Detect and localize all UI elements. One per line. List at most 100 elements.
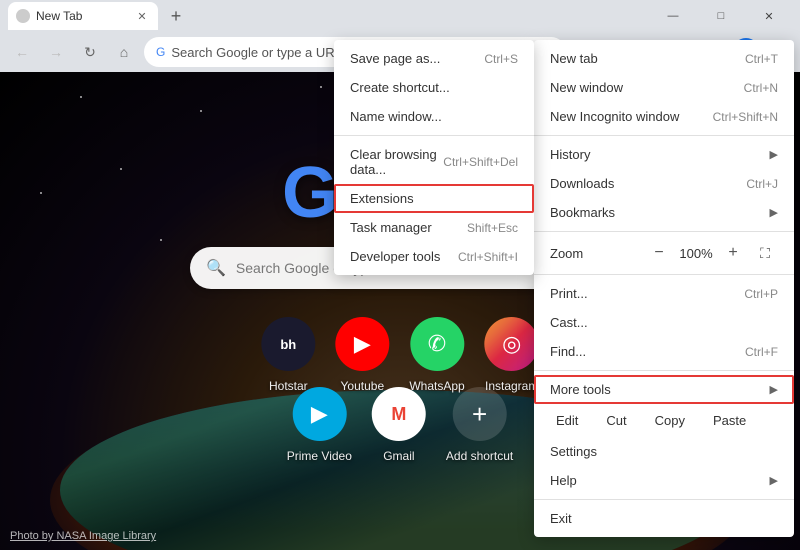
menu-new-window-shortcut: Ctrl+N xyxy=(744,81,778,95)
menu-new-incognito-shortcut: Ctrl+Shift+N xyxy=(713,110,778,124)
menu-new-incognito-label: New Incognito window xyxy=(550,109,679,124)
gmail-icon: M xyxy=(372,387,426,441)
tab-title: New Tab xyxy=(36,9,82,23)
gmail-label: Gmail xyxy=(383,449,414,463)
submenu-task-manager[interactable]: Task manager Shift+Esc xyxy=(334,213,534,242)
menu-new-window[interactable]: New window Ctrl+N xyxy=(534,73,794,102)
menu-divider-1 xyxy=(534,135,794,136)
menu-downloads-shortcut: Ctrl+J xyxy=(746,177,778,191)
minimize-button[interactable]: — xyxy=(650,0,696,32)
shortcut-whatsapp[interactable]: ✆ WhatsApp xyxy=(409,317,464,393)
menu-settings[interactable]: Settings xyxy=(534,437,794,466)
title-bar: New Tab ✕ + — □ ✕ xyxy=(0,0,800,32)
menu-bookmarks[interactable]: Bookmarks ▶ xyxy=(534,198,794,227)
menu-print-label: Print... xyxy=(550,286,588,301)
menu-new-window-label: New window xyxy=(550,80,623,95)
search-icon: 🔍 xyxy=(206,258,226,278)
window-controls: — □ ✕ xyxy=(650,0,792,32)
extensions-label: Extensions xyxy=(350,191,414,206)
more-tools-arrow-icon: ▶ xyxy=(770,383,778,396)
menu-print[interactable]: Print... Ctrl+P xyxy=(534,279,794,308)
menu-find[interactable]: Find... Ctrl+F xyxy=(534,337,794,366)
window-close-button[interactable]: ✕ xyxy=(746,0,792,32)
menu-divider-5 xyxy=(534,499,794,500)
submenu-divider xyxy=(334,135,534,136)
tab-close-button[interactable]: ✕ xyxy=(134,8,150,24)
forward-button[interactable]: → xyxy=(42,38,70,66)
shortcut-instagram[interactable]: ◎ Instagram xyxy=(485,317,539,393)
zoom-in-button[interactable]: + xyxy=(720,240,746,266)
zoom-controls: − 100% + ⛶ xyxy=(646,240,778,266)
edit-button-edit[interactable]: Edit xyxy=(542,408,592,433)
menu-history[interactable]: History ▶ xyxy=(534,140,794,169)
shortcuts-container: bh Hotstar ▶ Youtube ✆ WhatsApp ◎ Instag… xyxy=(261,317,538,393)
hotstar-icon: bh xyxy=(261,317,315,371)
photo-credit[interactable]: Photo by NASA Image Library xyxy=(10,530,156,542)
submenu-save-page[interactable]: Save page as... Ctrl+S xyxy=(334,44,534,73)
primevideo-icon: ▶ xyxy=(292,387,346,441)
menu-help[interactable]: Help ▶ xyxy=(534,466,794,495)
menu-settings-label: Settings xyxy=(550,444,597,459)
shortcut-gmail[interactable]: M Gmail xyxy=(372,387,426,463)
menu-cast[interactable]: Cast... xyxy=(534,308,794,337)
zoom-value: 100% xyxy=(678,246,714,261)
new-tab-button[interactable]: + xyxy=(162,2,190,30)
submenu-developer-tools[interactable]: Developer tools Ctrl+Shift+I xyxy=(334,242,534,271)
menu-history-label: History xyxy=(550,147,590,162)
maximize-button[interactable]: □ xyxy=(698,0,744,32)
add-shortcut-label: Add shortcut xyxy=(446,449,513,463)
edit-row: Edit Cut Copy Paste xyxy=(534,404,794,437)
menu-divider-2 xyxy=(534,231,794,232)
submenu-extensions[interactable]: Extensions xyxy=(334,184,534,213)
menu-print-shortcut: Ctrl+P xyxy=(744,287,778,301)
history-arrow-icon: ▶ xyxy=(770,148,778,161)
edit-button-copy[interactable]: Copy xyxy=(641,408,699,433)
help-arrow-icon: ▶ xyxy=(770,474,778,487)
reload-button[interactable]: ↻ xyxy=(76,38,104,66)
back-button[interactable]: ← xyxy=(8,38,36,66)
menu-more-tools[interactable]: More tools ▶ xyxy=(534,375,794,404)
tab-favicon xyxy=(16,9,30,23)
menu-more-tools-label: More tools xyxy=(550,382,611,397)
shortcut-primevideo[interactable]: ▶ Prime Video xyxy=(287,387,352,463)
bookmarks-arrow-icon: ▶ xyxy=(770,206,778,219)
shortcut-add[interactable]: + Add shortcut xyxy=(446,387,513,463)
home-button[interactable]: ⌂ xyxy=(110,38,138,66)
browser-tab[interactable]: New Tab ✕ xyxy=(8,2,158,30)
shortcuts-row2: ▶ Prime Video M Gmail + Add shortcut xyxy=(287,387,514,463)
menu-help-label: Help xyxy=(550,473,577,488)
more-tools-submenu: Save page as... Ctrl+S Create shortcut..… xyxy=(334,40,534,275)
submenu-clear-browsing[interactable]: Clear browsing data... Ctrl+Shift+Del xyxy=(334,140,534,184)
whatsapp-icon: ✆ xyxy=(410,317,464,371)
menu-exit-label: Exit xyxy=(550,511,572,526)
submenu-name-window[interactable]: Name window... xyxy=(334,102,534,131)
zoom-control-row: Zoom − 100% + ⛶ xyxy=(534,236,794,270)
menu-exit[interactable]: Exit xyxy=(534,504,794,533)
menu-new-tab[interactable]: New tab Ctrl+T xyxy=(534,44,794,73)
edit-button-cut[interactable]: Cut xyxy=(592,408,640,433)
menu-new-incognito[interactable]: New Incognito window Ctrl+Shift+N xyxy=(534,102,794,131)
omnibox-text: Search Google or type a URL xyxy=(171,45,342,60)
zoom-label: Zoom xyxy=(550,246,583,261)
chrome-menu: New tab Ctrl+T New window Ctrl+N New Inc… xyxy=(534,40,794,537)
add-shortcut-icon: + xyxy=(453,387,507,441)
submenu-create-shortcut[interactable]: Create shortcut... xyxy=(334,73,534,102)
menu-find-label: Find... xyxy=(550,344,586,359)
instagram-icon: ◎ xyxy=(485,317,539,371)
edit-button-paste[interactable]: Paste xyxy=(699,408,760,433)
menu-find-shortcut: Ctrl+F xyxy=(745,345,778,359)
shortcut-youtube[interactable]: ▶ Youtube xyxy=(335,317,389,393)
menu-downloads[interactable]: Downloads Ctrl+J xyxy=(534,169,794,198)
menu-bookmarks-label: Bookmarks xyxy=(550,205,615,220)
fullscreen-button[interactable]: ⛶ xyxy=(752,240,778,266)
youtube-icon: ▶ xyxy=(335,317,389,371)
menu-divider-3 xyxy=(534,274,794,275)
menu-new-tab-label: New tab xyxy=(550,51,598,66)
menu-cast-label: Cast... xyxy=(550,315,588,330)
zoom-out-button[interactable]: − xyxy=(646,240,672,266)
menu-new-tab-shortcut: Ctrl+T xyxy=(745,52,778,66)
shortcut-hotstar[interactable]: bh Hotstar xyxy=(261,317,315,393)
menu-divider-4 xyxy=(534,370,794,371)
google-g-icon: G xyxy=(156,45,165,59)
primevideo-label: Prime Video xyxy=(287,449,352,463)
